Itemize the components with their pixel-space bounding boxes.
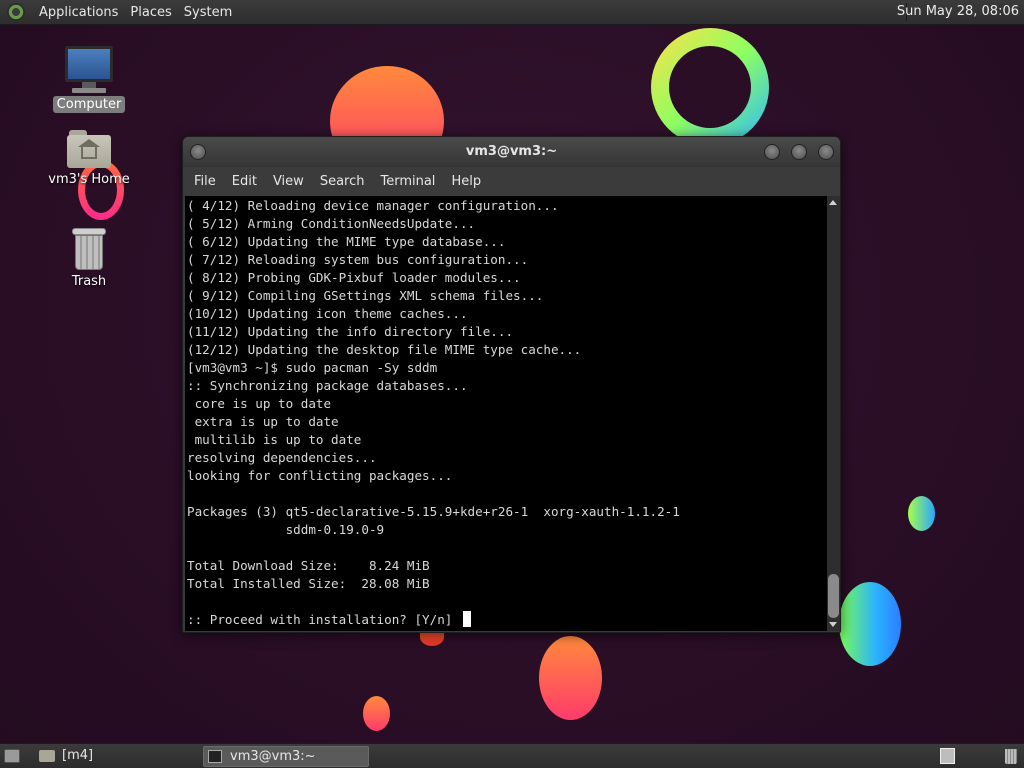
terminal-line: ( 5/12) Arming ConditionNeedsUpdate... bbox=[187, 216, 476, 231]
menu-view[interactable]: View bbox=[265, 174, 312, 189]
home-folder-icon bbox=[67, 130, 111, 168]
clock[interactable]: Sun May 28, 08:06 bbox=[897, 4, 1019, 19]
terminal-line: ( 8/12) Probing GDK-Pixbuf loader module… bbox=[187, 270, 521, 285]
scrollbar-thumb[interactable] bbox=[828, 574, 839, 618]
menu-search[interactable]: Search bbox=[312, 174, 373, 189]
terminal-line: sddm-0.19.0-9 bbox=[187, 522, 385, 537]
desktop-icon-home[interactable]: vm3's Home bbox=[44, 130, 134, 188]
minimize-button[interactable] bbox=[764, 144, 780, 160]
terminal-line: ( 4/12) Reloading device manager configu… bbox=[187, 198, 559, 213]
wallpaper-blue-bubble bbox=[839, 582, 901, 666]
taskbar-terminal-button[interactable]: vm3@vm3:~ bbox=[203, 746, 369, 767]
terminal-line: [vm3@vm3 ~]$ sudo pacman -Sy sddm bbox=[187, 360, 438, 375]
terminal-line: resolving dependencies... bbox=[187, 450, 377, 465]
scroll-up-icon[interactable] bbox=[829, 200, 837, 205]
terminal-line: extra is up to date bbox=[187, 414, 339, 429]
terminal-cursor bbox=[462, 611, 471, 627]
terminal-line: ( 7/12) Reloading system bus configurati… bbox=[187, 252, 529, 267]
terminal-line: :: Synchronizing package databases... bbox=[187, 378, 468, 393]
terminal-window: vm3@vm3:~ File Edit View Search Terminal… bbox=[182, 136, 841, 633]
terminal-menubar: File Edit View Search Terminal Help bbox=[183, 167, 840, 196]
terminal-line: (12/12) Updating the desktop file MIME t… bbox=[187, 342, 582, 357]
terminal-line: :: Proceed with installation? [Y/n] bbox=[187, 611, 827, 629]
applications-menu[interactable]: Applications bbox=[33, 5, 124, 20]
terminal-line: looking for conflicting packages... bbox=[187, 468, 453, 483]
places-menu[interactable]: Places bbox=[124, 5, 177, 20]
desktop-icon-label: vm3's Home bbox=[48, 172, 130, 187]
menu-help[interactable]: Help bbox=[443, 174, 489, 189]
desktop-icon-label: Computer bbox=[52, 96, 126, 113]
terminal-line: multilib is up to date bbox=[187, 432, 362, 447]
desktop-icon-computer[interactable]: Computer bbox=[44, 46, 134, 113]
system-menu[interactable]: System bbox=[178, 5, 238, 20]
close-button[interactable] bbox=[818, 144, 834, 160]
workspace-switcher[interactable] bbox=[940, 748, 955, 764]
folder-icon[interactable] bbox=[39, 750, 55, 762]
terminal-line: ( 9/12) Compiling GSettings XML schema f… bbox=[187, 288, 544, 303]
bottom-panel: [m4] vm3@vm3:~ bbox=[0, 743, 1024, 768]
top-panel: Applications Places System Sun May 28, 0… bbox=[0, 0, 1024, 25]
terminal-output[interactable]: ( 4/12) Reloading device manager configu… bbox=[185, 196, 827, 631]
terminal-line: Total Installed Size: 28.08 MiB bbox=[187, 576, 430, 591]
window-title: vm3@vm3:~ bbox=[465, 144, 558, 159]
show-desktop-icon[interactable] bbox=[4, 749, 20, 763]
menu-terminal[interactable]: Terminal bbox=[372, 174, 443, 189]
terminal-line: ( 6/12) Updating the MIME type database.… bbox=[187, 234, 506, 249]
terminal-icon bbox=[208, 750, 222, 763]
computer-icon bbox=[44, 46, 134, 93]
terminal-line: Total Download Size: 8.24 MiB bbox=[187, 558, 430, 573]
scroll-down-icon[interactable] bbox=[829, 622, 837, 627]
trash-icon bbox=[72, 228, 106, 270]
menu-file[interactable]: File bbox=[186, 174, 224, 189]
trash-applet-icon[interactable] bbox=[1005, 749, 1017, 764]
wallpaper-orange-bubble-bottom bbox=[539, 636, 602, 720]
wallpaper-small-orange-bubble bbox=[363, 696, 390, 731]
wallpaper-green-bubble bbox=[908, 496, 935, 531]
window-titlebar[interactable]: vm3@vm3:~ bbox=[183, 137, 840, 167]
terminal-line: (10/12) Updating icon theme caches... bbox=[187, 306, 468, 321]
desktop-icon-label: Trash bbox=[71, 274, 107, 289]
taskbar-terminal-label: vm3@vm3:~ bbox=[230, 749, 316, 764]
menu-edit[interactable]: Edit bbox=[224, 174, 265, 189]
terminal-line: core is up to date bbox=[187, 396, 332, 411]
terminal-scrollbar[interactable] bbox=[827, 196, 840, 631]
mate-logo-icon[interactable] bbox=[7, 3, 25, 21]
desktop-icon-trash[interactable]: Trash bbox=[44, 228, 134, 290]
wallpaper-rainbow-ring bbox=[651, 28, 769, 146]
terminal-line: Packages (3) qt5-declarative-5.15.9+kde+… bbox=[187, 504, 680, 519]
terminal-line: (11/12) Updating the info directory file… bbox=[187, 324, 514, 339]
maximize-button[interactable] bbox=[791, 144, 807, 160]
folder-task-label[interactable]: [m4] bbox=[62, 748, 93, 763]
